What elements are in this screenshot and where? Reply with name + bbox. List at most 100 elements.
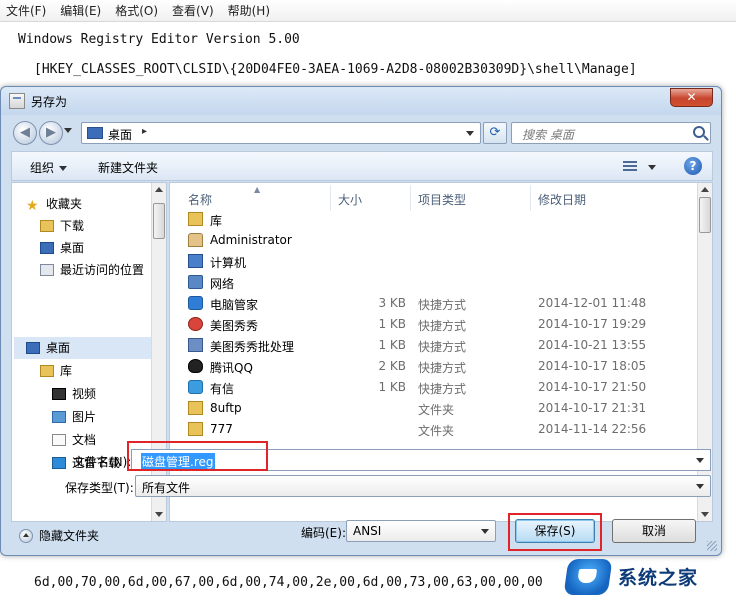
- file-row[interactable]: 美图秀秀批处理 1 KB 快捷方式 2014-10-21 13:55: [170, 335, 698, 356]
- file-name: 网络: [210, 277, 235, 291]
- save-as-dialog: 另存为 ✕ ◀ ▶ 桌面 ▸ ⟳ 搜索 桌面 组织 新建文件夹 ? ★ 收藏夹 下…: [0, 86, 722, 556]
- column-divider[interactable]: [530, 185, 531, 211]
- search-icon: [693, 126, 705, 138]
- view-dropdown-icon[interactable]: [648, 165, 656, 170]
- filetype-label: 保存类型(T):: [65, 481, 134, 495]
- sidebar-label: 下载: [60, 219, 85, 233]
- file-row[interactable]: 777 文件夹 2014-11-14 22:56: [170, 419, 698, 440]
- sidebar-item-documents[interactable]: 文档: [52, 431, 96, 449]
- recent-locations-dropdown[interactable]: [64, 128, 72, 133]
- file-date: 2014-10-17 21:50: [538, 380, 647, 394]
- dialog-titlebar[interactable]: 另存为 ✕: [1, 87, 721, 115]
- scrollbar-thumb[interactable]: [699, 197, 711, 233]
- file-size: 1 KB: [378, 380, 406, 394]
- view-options-icon[interactable]: [623, 161, 637, 172]
- sidebar-item-library[interactable]: 库: [40, 362, 72, 380]
- forward-button[interactable]: ▶: [39, 121, 63, 145]
- sidebar-item-recent[interactable]: 最近访问的位置: [40, 261, 144, 279]
- menu-view[interactable]: 查看(V): [172, 2, 214, 19]
- file-row[interactable]: 腾讯QQ 2 KB 快捷方式 2014-10-17 18:05: [170, 356, 698, 377]
- file-row[interactable]: 网络: [170, 272, 698, 293]
- search-input[interactable]: 搜索 桌面: [522, 126, 574, 143]
- encoding-select[interactable]: ANSI: [346, 520, 496, 542]
- hide-folders-button[interactable]: 隐藏文件夹: [19, 527, 99, 544]
- breadcrumb-arrow-icon[interactable]: ▸: [142, 126, 147, 137]
- file-type: 快捷方式: [418, 298, 467, 312]
- file-name: 有信: [210, 382, 235, 396]
- menu-help[interactable]: 帮助(H): [228, 2, 270, 19]
- sidebar-item-favorites[interactable]: ★ 收藏夹: [26, 195, 82, 213]
- file-row[interactable]: 电脑管家 3 KB 快捷方式 2014-12-01 11:48: [170, 293, 698, 314]
- file-row[interactable]: 计算机: [170, 251, 698, 272]
- address-dropdown-icon[interactable]: [466, 131, 474, 136]
- search-box[interactable]: 搜索 桌面: [511, 122, 711, 144]
- sidebar-label: 桌面: [46, 341, 71, 355]
- navigation-pane: ★ 收藏夹 下载 桌面 最近访问的位置 桌面 库 视频 图片 文档 迅雷下载: [11, 182, 167, 522]
- column-divider[interactable]: [410, 185, 411, 211]
- file-date: 2014-12-01 11:48: [538, 296, 647, 310]
- file-row[interactable]: 美图秀秀 1 KB 快捷方式 2014-10-17 19:29: [170, 314, 698, 335]
- sidebar-label: 桌面: [60, 241, 85, 255]
- sidebar-item-desktop[interactable]: 桌面: [26, 339, 70, 357]
- shortcut-icon: [188, 296, 203, 310]
- column-date[interactable]: 修改日期: [538, 191, 586, 208]
- column-divider[interactable]: [330, 185, 331, 211]
- scroll-up-icon[interactable]: [701, 187, 709, 192]
- organize-button[interactable]: 组织: [30, 159, 68, 176]
- document-icon: [52, 434, 66, 446]
- back-button[interactable]: ◀: [13, 121, 37, 145]
- filename-dropdown-icon[interactable]: [696, 458, 704, 463]
- new-folder-button[interactable]: 新建文件夹: [98, 159, 158, 176]
- refresh-icon: ⟳: [489, 125, 501, 140]
- computer-icon: [188, 254, 203, 268]
- file-row[interactable]: 8uftp 文件夹 2014-10-17 21:31: [170, 398, 698, 419]
- network-icon: [188, 275, 203, 289]
- file-row[interactable]: 有信 1 KB 快捷方式 2014-10-17 21:50: [170, 377, 698, 398]
- notepad-line-2: [HKEY_CLASSES_ROOT\CLSID\{20D04FE0-3AEA-…: [34, 62, 637, 77]
- filetype-select[interactable]: 所有文件: [135, 475, 711, 497]
- desktop-icon: [40, 242, 54, 254]
- sidebar-item-pictures[interactable]: 图片: [52, 408, 96, 426]
- scroll-up-icon[interactable]: [155, 187, 163, 192]
- notepad-icon: [9, 93, 25, 109]
- arrow-left-icon: ◀: [20, 125, 30, 140]
- file-size: 1 KB: [378, 338, 406, 352]
- column-name[interactable]: 名称: [188, 191, 212, 208]
- help-icon[interactable]: ?: [684, 157, 702, 175]
- file-type: 快捷方式: [418, 382, 467, 396]
- filename-field[interactable]: 磁盘管理.reg: [131, 449, 711, 471]
- column-size[interactable]: 大小: [338, 191, 362, 208]
- address-bar[interactable]: 桌面 ▸: [81, 122, 481, 144]
- filename-input[interactable]: [132, 450, 688, 470]
- arrow-right-icon: ▶: [46, 125, 56, 140]
- menu-edit[interactable]: 编辑(E): [60, 2, 101, 19]
- cancel-button[interactable]: 取消: [612, 519, 696, 543]
- watermark: 系统之家: [563, 555, 736, 603]
- menu-file[interactable]: 文件(F): [6, 2, 46, 19]
- save-button[interactable]: 保存(S): [515, 519, 595, 543]
- file-row[interactable]: 库: [170, 209, 698, 230]
- file-name: 腾讯QQ: [210, 361, 253, 375]
- column-type[interactable]: 项目类型: [418, 191, 466, 208]
- scroll-down-icon[interactable]: [701, 512, 709, 517]
- refresh-button[interactable]: ⟳: [483, 122, 507, 144]
- menu-format[interactable]: 格式(O): [115, 2, 158, 19]
- file-row[interactable]: Administrator: [170, 230, 698, 251]
- sidebar-item-downloads[interactable]: 下载: [40, 217, 84, 235]
- scroll-down-icon[interactable]: [155, 512, 163, 517]
- file-type: 文件夹: [418, 424, 455, 438]
- library-icon: [40, 365, 54, 377]
- sidebar-item-videos[interactable]: 视频: [52, 385, 96, 403]
- filetype-dropdown-icon[interactable]: [696, 484, 704, 489]
- file-type: 快捷方式: [418, 319, 467, 333]
- desktop-icon: [26, 342, 40, 354]
- desktop-icon: [87, 127, 103, 139]
- close-button[interactable]: ✕: [670, 88, 713, 107]
- scrollbar-thumb[interactable]: [153, 203, 165, 239]
- address-location[interactable]: 桌面: [108, 126, 132, 143]
- encoding-label: 编码(E):: [301, 526, 346, 540]
- sidebar-item-desktop-fav[interactable]: 桌面: [40, 239, 84, 257]
- file-type: 快捷方式: [418, 361, 467, 375]
- encoding-dropdown-icon[interactable]: [481, 529, 489, 534]
- resize-grip[interactable]: [707, 541, 717, 551]
